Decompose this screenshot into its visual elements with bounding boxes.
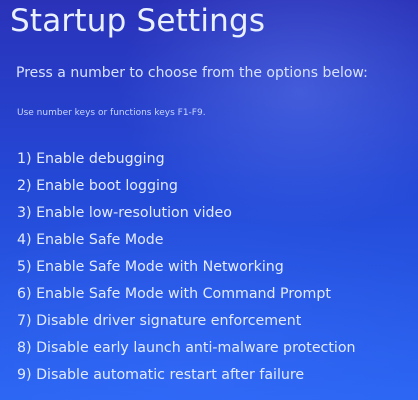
instruction-text: Press a number to choose from the option… [16,65,368,81]
option-disable-automatic-restart[interactable]: 9) Disable automatic restart after failu… [17,364,356,391]
option-enable-safe-mode-networking[interactable]: 5) Enable Safe Mode with Networking [17,256,356,283]
option-enable-boot-logging[interactable]: 2) Enable boot logging [17,175,356,202]
startup-settings-screen: Startup Settings Press a number to choos… [0,0,418,400]
key-hint-text: Use number keys or functions keys F1-F9. [17,108,206,118]
option-enable-safe-mode[interactable]: 4) Enable Safe Mode [17,229,356,256]
option-enable-debugging[interactable]: 1) Enable debugging [17,148,356,175]
option-enable-safe-mode-command-prompt[interactable]: 6) Enable Safe Mode with Command Prompt [17,283,356,310]
option-disable-early-launch-anti-malware[interactable]: 8) Disable early launch anti-malware pro… [17,337,356,364]
option-disable-driver-signature-enforcement[interactable]: 7) Disable driver signature enforcement [17,310,356,337]
startup-options-list: 1) Enable debugging 2) Enable boot loggi… [17,148,356,391]
option-enable-low-resolution-video[interactable]: 3) Enable low-resolution video [17,202,356,229]
page-title: Startup Settings [10,3,266,39]
